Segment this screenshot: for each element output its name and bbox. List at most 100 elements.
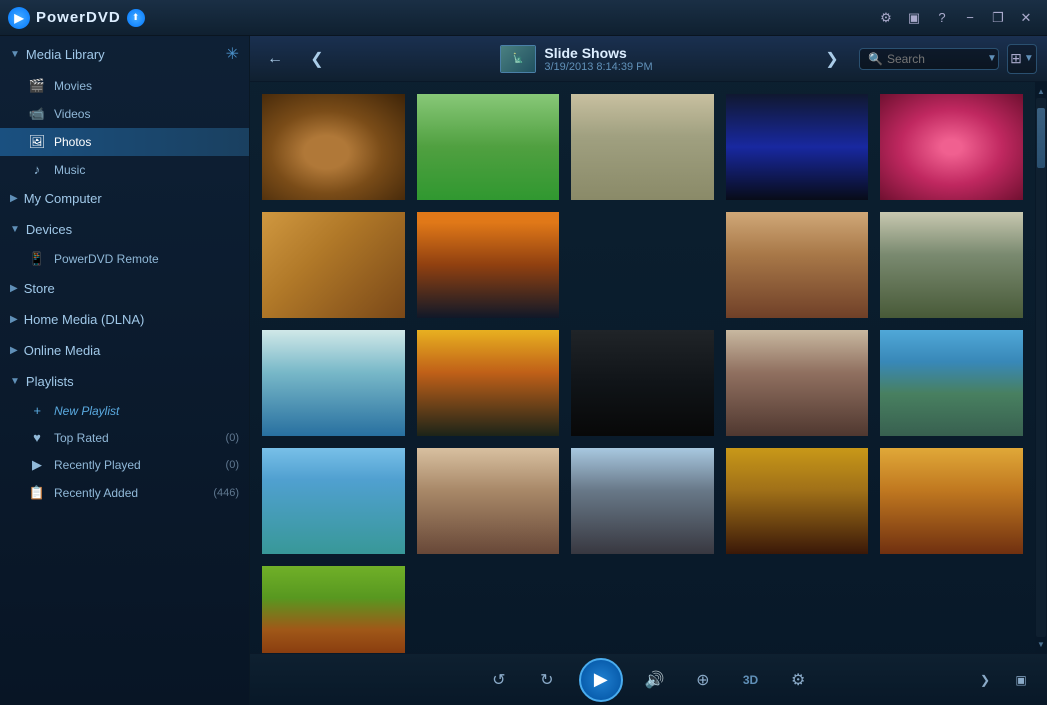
search-input[interactable] [887, 52, 987, 66]
sidebar-section-devices[interactable]: ▼ Devices [0, 214, 249, 245]
zoom-button[interactable]: ⊕ [687, 664, 719, 696]
sidebar-item-recently-played[interactable]: ▶ Recently Played (0) [0, 451, 249, 479]
scrollbar[interactable]: ▲ ▼ [1035, 82, 1047, 653]
photos-label: Photos [54, 135, 91, 149]
photo-mountain[interactable] [878, 328, 1025, 438]
photo-flower[interactable] [878, 92, 1025, 202]
sidebar-section-store[interactable]: ▶ Store [0, 273, 249, 304]
photo-trees[interactable] [878, 210, 1025, 320]
sidebar-item-new-playlist[interactable]: + New Playlist [0, 397, 249, 424]
sidebar-item-photos[interactable]: 🖼 Photos [0, 128, 249, 156]
content-area: ← ❮ 🗽 Slide Shows 3/19/2013 8:14:39 PM ❯… [250, 36, 1047, 705]
recently-played-count: (0) [226, 459, 239, 471]
panel-toggle-button[interactable]: ❯ [969, 664, 1001, 696]
music-label: Music [54, 163, 85, 177]
plus-icon: + [28, 403, 46, 418]
scroll-down-arrow[interactable]: ▼ [1035, 637, 1047, 651]
sidebar-item-powerdvd-remote[interactable]: 📱 PowerDVD Remote [0, 245, 249, 273]
music-icon: ♪ [28, 162, 46, 177]
recently-added-icon: 📋 [28, 485, 46, 501]
photo-bike[interactable] [415, 92, 562, 202]
photo-woman[interactable] [724, 210, 871, 320]
photo-desert[interactable] [878, 446, 1025, 556]
settings-button[interactable]: ⚙ [873, 5, 899, 31]
content-toolbar: ← ❮ 🗽 Slide Shows 3/19/2013 8:14:39 PM ❯… [250, 36, 1047, 82]
volume-button[interactable]: 🔊 [639, 664, 671, 696]
search-box[interactable]: 🔍 ▼ [859, 48, 999, 70]
minimize-button[interactable]: − [957, 5, 983, 31]
photo-autumn-forest[interactable] [260, 564, 407, 653]
scroll-up-arrow[interactable]: ▲ [1035, 84, 1047, 98]
mini-player-button[interactable]: ▣ [1005, 664, 1037, 696]
sidebar-item-movies[interactable]: 🎬 Movies [0, 72, 249, 100]
playlists-label: Playlists [26, 374, 74, 389]
home-media-label: Home Media (DLNA) [24, 312, 145, 327]
remote-icon: 📱 [28, 251, 46, 267]
sidebar-item-recently-added[interactable]: 📋 Recently Added (446) [0, 479, 249, 507]
back-button[interactable]: ← [260, 44, 290, 74]
media-library-label: Media Library [26, 47, 105, 62]
sidebar-section-my-computer[interactable]: ▶ My Computer [0, 183, 249, 214]
update-icon[interactable]: ⬆ [127, 9, 145, 27]
photo-liberty[interactable] [569, 92, 716, 202]
toolbar-center: 🗽 Slide Shows 3/19/2013 8:14:39 PM [336, 45, 817, 73]
photo-grid [260, 92, 1025, 653]
sidebar-section-media-library[interactable]: ▼ Media Library ✳ [0, 36, 249, 72]
recently-played-icon: ▶ [28, 457, 46, 473]
restore-button[interactable]: ❐ [985, 5, 1011, 31]
scroll-track[interactable] [1036, 98, 1046, 637]
videos-icon: 📹 [28, 106, 46, 122]
chevron-right-icon-4: ▶ [10, 345, 18, 356]
photo-sunset[interactable] [415, 328, 562, 438]
photo-city[interactable] [569, 446, 716, 556]
slideshow-thumbnail: 🗽 [500, 45, 536, 73]
photo-bridge[interactable] [415, 210, 562, 320]
devices-label: Devices [26, 222, 72, 237]
powerdvd-remote-label: PowerDVD Remote [54, 252, 159, 266]
forward-button[interactable]: ↻ [531, 664, 563, 696]
photo-goose[interactable] [569, 328, 716, 438]
bottom-toolbar: ↺ ↻ ▶ 🔊 ⊕ 3D ⚙ ❯ ▣ [250, 653, 1047, 705]
photo-car[interactable] [724, 446, 871, 556]
close-button[interactable]: ✕ [1013, 5, 1039, 31]
rewind-button[interactable]: ↺ [483, 664, 515, 696]
photo-alps[interactable] [260, 446, 407, 556]
photo-oldman[interactable] [415, 446, 562, 556]
sidebar-item-top-rated[interactable]: ♥ Top Rated (0) [0, 424, 249, 451]
search-icon: 🔍 [868, 52, 883, 66]
next-button[interactable]: ❯ [817, 44, 847, 74]
photo-couple[interactable] [724, 328, 871, 438]
photo-grid-wrapper[interactable] [250, 82, 1035, 653]
chevron-right-icon: ▶ [10, 193, 18, 204]
new-playlist-label: New Playlist [54, 404, 119, 418]
photo-lightning[interactable] [724, 92, 871, 202]
search-dropdown-icon[interactable]: ▼ [987, 53, 997, 64]
scroll-thumb[interactable] [1037, 108, 1045, 168]
sidebar-section-home-media[interactable]: ▶ Home Media (DLNA) [0, 304, 249, 335]
photo-lake[interactable] [260, 328, 407, 438]
photo-lion[interactable] [260, 210, 407, 320]
view-button[interactable]: ⊞ ▼ [1007, 44, 1037, 74]
videos-label: Videos [54, 107, 90, 121]
sidebar-section-playlists[interactable]: ▼ Playlists [0, 366, 249, 397]
main-area: ▼ Media Library ✳ 🎬 Movies 📹 Videos 🖼 Ph… [0, 36, 1047, 705]
app-title: PowerDVD [36, 9, 121, 26]
prev-button[interactable]: ❮ [302, 44, 332, 74]
chevron-down-icon-3: ▼ [10, 376, 20, 387]
slideshow-date: 3/19/2013 8:14:39 PM [544, 61, 652, 73]
photo-snail[interactable] [260, 92, 407, 202]
chevron-down-icon-2: ▼ [10, 224, 20, 235]
display-button[interactable]: ▣ [901, 5, 927, 31]
sidebar-section-online-media[interactable]: ▶ Online Media [0, 335, 249, 366]
sidebar-item-music[interactable]: ♪ Music [0, 156, 249, 183]
bottom-settings-button[interactable]: ⚙ [782, 664, 814, 696]
titlebar: ▶ PowerDVD ⬆ ⚙ ▣ ? − ❐ ✕ [0, 0, 1047, 36]
recently-added-label: Recently Added [54, 486, 138, 500]
recently-added-count: (446) [213, 487, 239, 499]
3d-button[interactable]: 3D [735, 669, 766, 691]
help-button[interactable]: ? [929, 5, 955, 31]
sidebar-item-videos[interactable]: 📹 Videos [0, 100, 249, 128]
movies-icon: 🎬 [28, 78, 46, 94]
play-button[interactable]: ▶ [579, 658, 623, 702]
top-rated-count: (0) [226, 432, 239, 444]
